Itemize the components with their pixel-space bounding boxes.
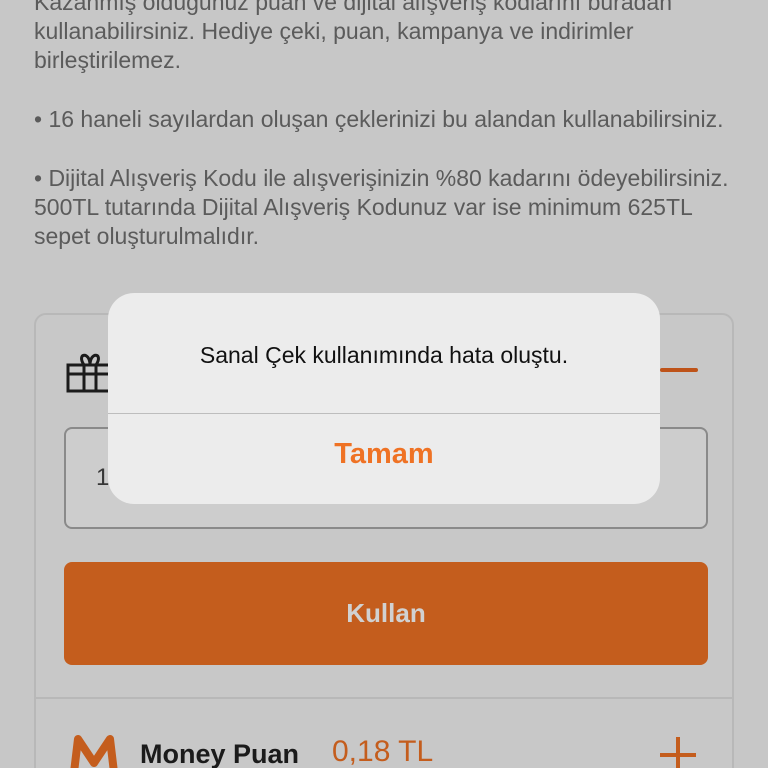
alert-dialog: Sanal Çek kullanımında hata oluştu. Tama… <box>108 293 660 504</box>
ok-button[interactable]: Tamam <box>108 414 660 504</box>
alert-message: Sanal Çek kullanımında hata oluştu. <box>199 342 569 368</box>
